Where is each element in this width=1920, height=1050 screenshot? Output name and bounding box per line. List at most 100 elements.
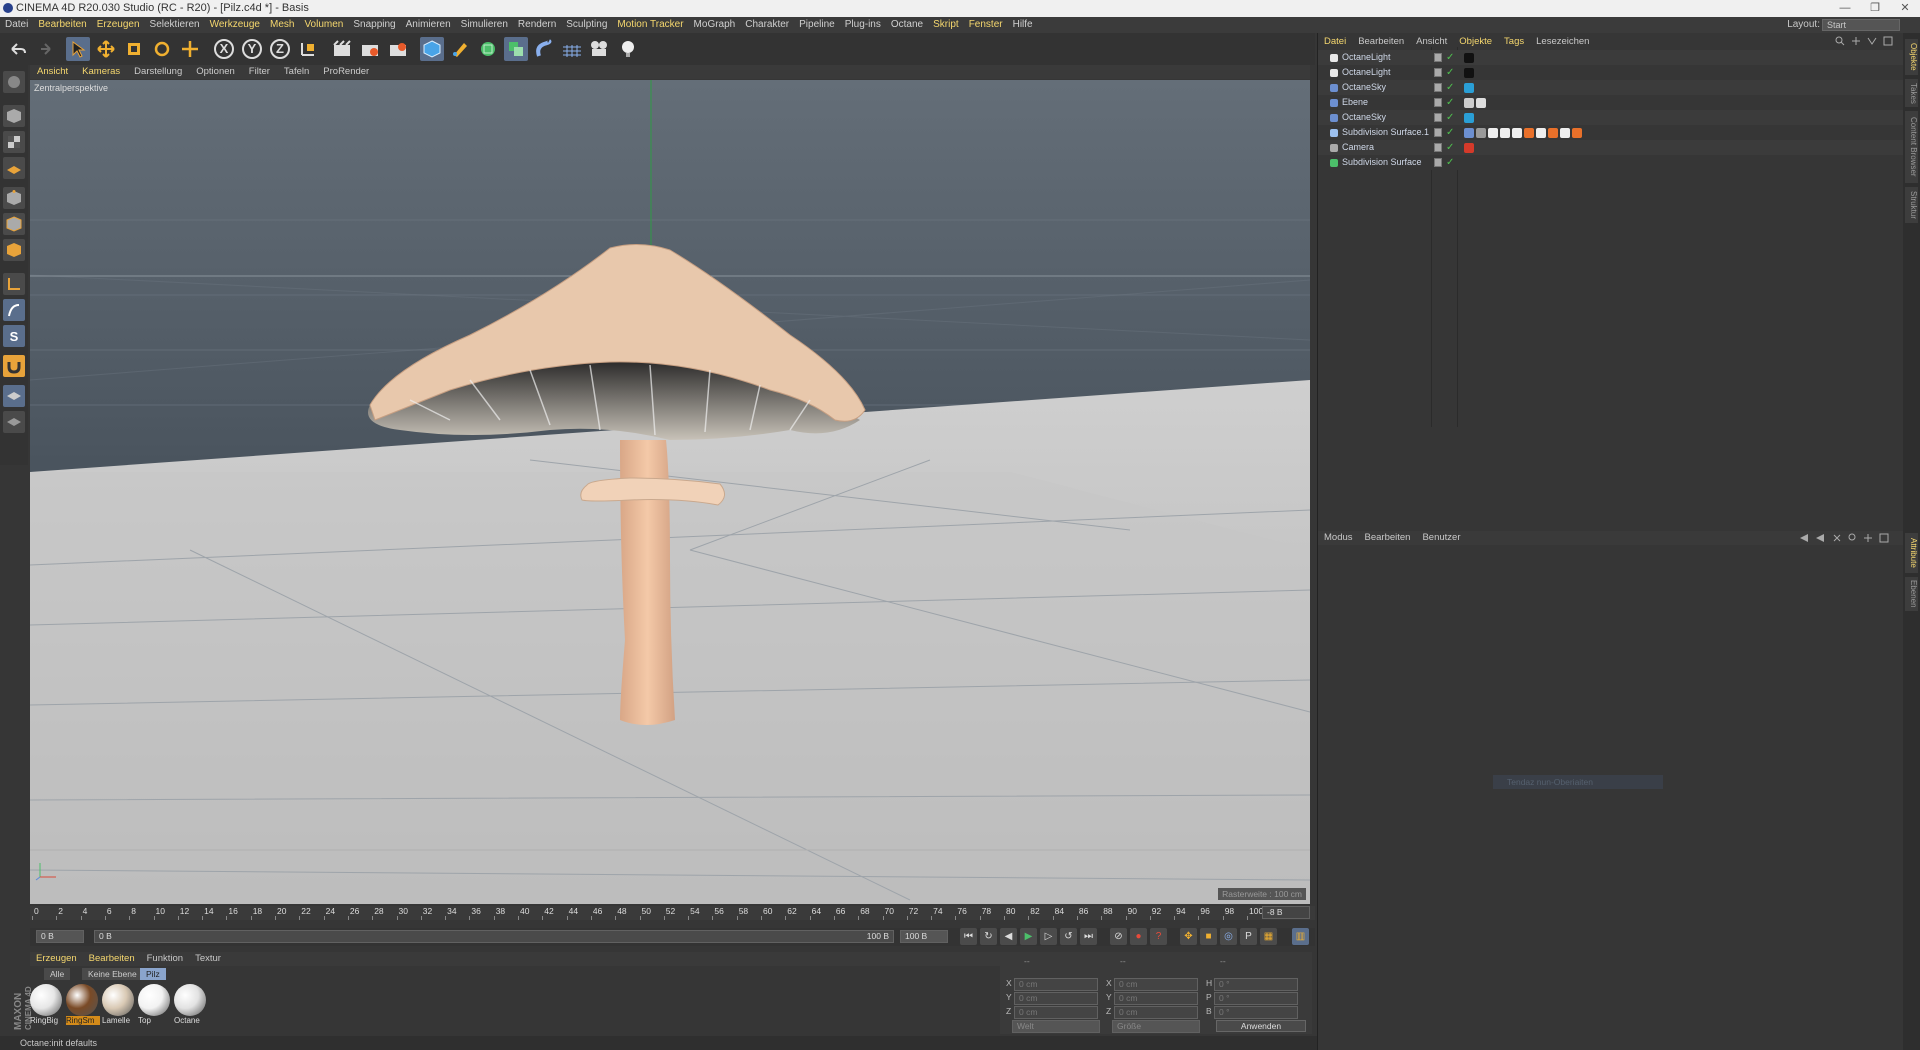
object-name[interactable]: Ebene: [1342, 95, 1368, 110]
pen-spline-icon[interactable]: [448, 37, 472, 61]
undo-icon[interactable]: [6, 37, 30, 61]
start-frame-field[interactable]: 0 B: [36, 930, 84, 943]
view-menu-optionen[interactable]: Optionen: [189, 65, 242, 79]
magnet-icon[interactable]: [3, 355, 25, 377]
menu-mograph[interactable]: MoGraph: [689, 17, 741, 33]
material-swatch[interactable]: Top: [138, 984, 172, 1025]
coord-value-field[interactable]: 0 cm: [1114, 992, 1198, 1005]
close-button[interactable]: ✕: [1890, 0, 1920, 17]
view-menu-filter[interactable]: Filter: [242, 65, 277, 79]
object-row[interactable]: OctaneSky ✓: [1318, 110, 1903, 125]
view-menu-darstellung[interactable]: Darstellung: [127, 65, 189, 79]
render-settings-icon[interactable]: [386, 37, 410, 61]
object-row[interactable]: Subdivision Surface.1 ✓: [1318, 125, 1903, 140]
3d-viewport[interactable]: Zentralperspektive Rasterweite : 100 cm: [30, 80, 1310, 904]
subdivision-generator-icon[interactable]: [476, 37, 500, 61]
view-menu-tafeln[interactable]: Tafeln: [277, 65, 316, 79]
om-menu-tags[interactable]: Tags: [1498, 35, 1530, 48]
tweak-mode-icon[interactable]: [3, 299, 25, 321]
texture-mode-icon[interactable]: [3, 131, 25, 153]
enable-check-icon[interactable]: ✓: [1446, 110, 1454, 125]
visibility-toggle-icon[interactable]: [1434, 113, 1442, 122]
timeline-frame-field[interactable]: -8 B: [1262, 906, 1310, 919]
enable-check-icon[interactable]: ✓: [1446, 50, 1454, 65]
menu-hilfe[interactable]: Hilfe: [1008, 17, 1038, 33]
coord-value-field[interactable]: 0 cm: [1014, 978, 1098, 991]
menu-volumen[interactable]: Volumen: [299, 17, 348, 33]
material-swatch[interactable]: RingBig: [30, 984, 64, 1025]
axis-y-button[interactable]: Y: [240, 37, 264, 61]
object-tag-icon[interactable]: [1572, 128, 1582, 138]
coord-value-field[interactable]: 0 °: [1214, 978, 1298, 991]
visibility-toggle-icon[interactable]: [1434, 143, 1442, 152]
apply-button[interactable]: Anwenden: [1216, 1020, 1306, 1032]
attr-menu-modus[interactable]: Modus: [1318, 531, 1359, 545]
object-name[interactable]: OctaneSky: [1342, 110, 1386, 125]
record-icon[interactable]: ●: [1130, 928, 1147, 945]
view-menu-kameras[interactable]: Kameras: [75, 65, 127, 79]
axis-x-button[interactable]: X: [212, 37, 236, 61]
material-swatch[interactable]: Octane: [174, 984, 208, 1025]
menu-rendern[interactable]: Rendern: [513, 17, 561, 33]
key-position-icon[interactable]: ✥: [1180, 928, 1197, 945]
key-parameter-icon[interactable]: P: [1240, 928, 1257, 945]
live-selection-icon[interactable]: [178, 37, 202, 61]
object-tag-icon[interactable]: [1548, 128, 1558, 138]
side-tab-objekte[interactable]: Objekte: [1905, 39, 1918, 75]
enable-check-icon[interactable]: ✓: [1446, 125, 1454, 140]
object-row[interactable]: Camera ✓: [1318, 140, 1903, 155]
om-menu-lesezeichen[interactable]: Lesezeichen: [1530, 35, 1595, 48]
object-tag-icon[interactable]: [1464, 83, 1474, 93]
menu-mesh[interactable]: Mesh: [265, 17, 299, 33]
timeline-ruler[interactable]: 0 2 4 6 8 10 12 14 16 18 20 22 24 26 28 30 32 34 36 38 40 42 4…: [30, 906, 1315, 920]
next-key-icon[interactable]: ↺: [1060, 928, 1077, 945]
restore-button[interactable]: ❐: [1860, 0, 1890, 17]
cube-primitive-icon[interactable]: [420, 37, 444, 61]
coord-value-field[interactable]: 0 °: [1214, 992, 1298, 1005]
menu-bearbeiten[interactable]: Bearbeiten: [33, 17, 91, 33]
move-icon[interactable]: [94, 37, 118, 61]
side-tab-struktur[interactable]: Struktur: [1905, 187, 1918, 223]
filter-alle[interactable]: Alle: [44, 968, 71, 980]
mat-menu-textur[interactable]: Textur: [189, 952, 227, 966]
object-tag-icon[interactable]: [1464, 128, 1474, 138]
object-row[interactable]: OctaneLight ✓: [1318, 50, 1903, 65]
object-tag-icon[interactable]: [1476, 128, 1486, 138]
record-disabled-icon[interactable]: ⊘: [1110, 928, 1127, 945]
mat-menu-funktion[interactable]: Funktion: [141, 952, 189, 966]
object-name[interactable]: Subdivision Surface.1: [1342, 125, 1429, 140]
mat-menu-bearbeiten[interactable]: Bearbeiten: [83, 952, 141, 966]
snap-toggle-button[interactable]: S: [3, 325, 25, 347]
object-tag-icon[interactable]: [1500, 128, 1510, 138]
menu-skript[interactable]: Skript: [928, 17, 964, 33]
object-tag-icon[interactable]: [1512, 128, 1522, 138]
object-tag-icon[interactable]: [1464, 68, 1474, 78]
light-object-icon[interactable]: [616, 37, 640, 61]
edges-mode-icon[interactable]: [3, 213, 25, 235]
scale-icon[interactable]: [122, 37, 146, 61]
view-menu-ansicht[interactable]: Ansicht: [30, 65, 75, 79]
attr-nav-icons[interactable]: [1794, 533, 1894, 543]
locked-workplane-icon[interactable]: [3, 385, 25, 407]
om-menu-objekte[interactable]: Objekte: [1453, 35, 1498, 48]
enable-check-icon[interactable]: ✓: [1446, 80, 1454, 95]
menu-selektieren[interactable]: Selektieren: [145, 17, 205, 33]
object-tag-icon[interactable]: [1476, 98, 1486, 108]
object-tag-icon[interactable]: [1464, 53, 1474, 63]
menu-werkzeuge[interactable]: Werkzeuge: [205, 17, 265, 33]
axis-mode-icon[interactable]: [3, 273, 25, 295]
filter-pilz[interactable]: Pilz: [140, 968, 166, 980]
menu-fenster[interactable]: Fenster: [964, 17, 1008, 33]
render-picture-viewer-icon[interactable]: [358, 37, 382, 61]
om-menu-datei[interactable]: Datei: [1318, 35, 1352, 48]
polygons-mode-icon[interactable]: [3, 239, 25, 261]
object-row[interactable]: OctaneSky ✓: [1318, 80, 1903, 95]
autokey-icon[interactable]: ?: [1150, 928, 1167, 945]
coord-value-field[interactable]: 0 cm: [1014, 1006, 1098, 1019]
om-menu-bearbeiten[interactable]: Bearbeiten: [1352, 35, 1410, 48]
coord-value-field[interactable]: 0 cm: [1114, 978, 1198, 991]
enable-check-icon[interactable]: ✓: [1446, 155, 1454, 170]
play-icon[interactable]: ▶: [1020, 928, 1037, 945]
step-forward-icon[interactable]: ▷: [1040, 928, 1057, 945]
workplane-grid-icon[interactable]: [3, 411, 25, 433]
